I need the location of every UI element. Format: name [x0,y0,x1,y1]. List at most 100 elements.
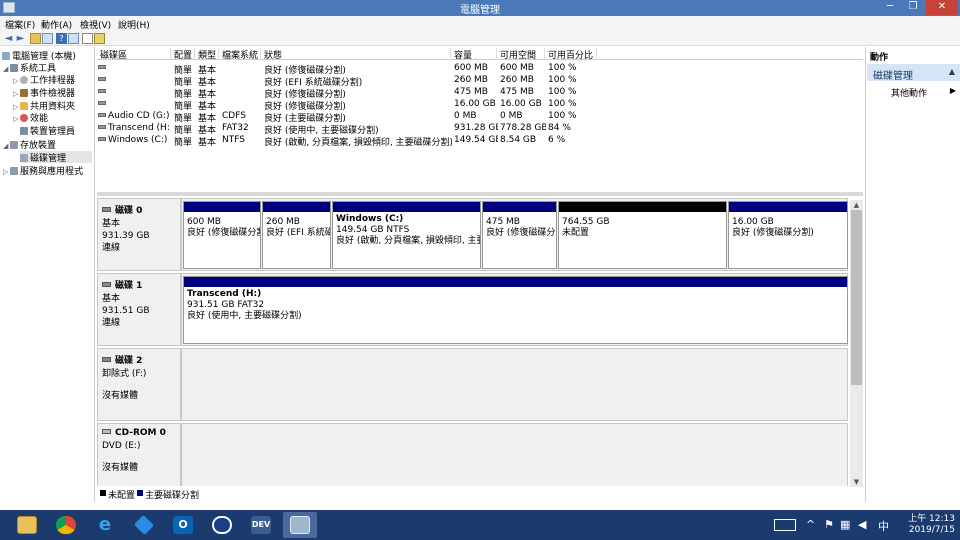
partition-transcend-h[interactable]: Transcend (H:) 931.51 GB FAT32 良好 (使用中, 主要… [183,276,848,344]
keyboard-icon[interactable] [774,519,796,531]
disk-1-label[interactable]: 磁碟 1 基本 931.51 GB 連線 [97,273,181,346]
tree-item-task-scheduler[interactable]: ▷ 工作排程器 [13,73,75,86]
expand-arrow-icon[interactable]: ▷ [13,77,20,85]
tree-item-device-manager[interactable]: 裝置管理員 [20,124,76,137]
title-bar: 電腦管理 ─ ❐ ✕ [0,0,960,16]
volume-cell-free: 16.00 GB [500,99,542,109]
show-hide-tree-icon[interactable] [42,33,53,44]
tree-item-root[interactable]: 電腦管理 (本機) [2,49,76,62]
partition-recovery-600mb[interactable]: 600 MB 良好 (修復磁碟分割) [183,201,261,269]
volume-list-header: 磁碟區 配置 類型 檔案系統 狀態 容量 可用空間 可用百分比 [97,47,863,60]
tree-item-disk-management[interactable]: 磁碟管理 [20,151,92,164]
partition-recovery-475mb[interactable]: 475 MB良好 (修復磁碟分割) [482,201,557,269]
volume-cell-free: 8.54 GB [500,135,537,145]
ime-indicator[interactable]: 中 [878,518,889,534]
collapse-icon[interactable]: ▲ [949,67,955,76]
column-header-volume[interactable]: 磁碟區 [97,48,171,60]
help-icon[interactable]: ? [56,33,67,44]
volume-row[interactable]: 簡單 基本 良好 (修復磁碟分割) 475 MB 475 MB 100 % [97,86,863,100]
volume-row[interactable]: 簡單 基本 良好 (修復磁碟分割) 600 MB 600 MB 100 % [97,62,863,76]
close-button[interactable]: ✕ [926,0,958,15]
cdrom-0-label[interactable]: CD-ROM 0 DVD (E:) 沒有媒體 [97,423,181,486]
folder-icon [17,516,37,534]
column-header-status[interactable]: 狀態 [261,48,451,60]
partition-windows-c[interactable]: Windows (C:) 149.54 GB NTFS 良好 (啟動, 分頁檔案, … [332,201,481,269]
taskbar-dev-cpp[interactable]: DEV [244,512,278,538]
partition-recovery-16gb[interactable]: 16.00 GB 良好 (修復磁碟分割) [728,201,848,269]
column-header-type[interactable]: 類型 [195,48,219,60]
volume-icon[interactable]: ◀ [858,518,866,531]
clock[interactable]: 上午 12:13 2019/7/15 [895,514,955,536]
volume-cell-name: Windows (C:) [97,135,171,145]
notification-icon[interactable]: ⚑ [824,518,834,531]
tree-item-event-viewer[interactable]: ▷ 事件檢視器 [13,86,76,99]
scroll-up-icon[interactable]: ▲ [850,200,863,210]
volume-row[interactable]: Transcend (H:) 簡單 基本 FAT32 良好 (使用中, 主要磁碟分割) 9… [97,122,863,136]
tree-item-storage[interactable]: ◢ 存放裝置 [3,138,56,151]
taskbar-app-compass[interactable] [205,512,239,538]
forward-icon[interactable]: ► [15,33,26,44]
scroll-down-icon[interactable]: ▼ [850,477,863,487]
volume-cell-capacity: 0 MB [454,111,477,121]
legend: 未配置 主要磁碟分割 [97,487,863,501]
maximize-button[interactable]: ❐ [902,0,924,15]
network-icon[interactable]: ▦ [840,518,850,531]
menu-view[interactable]: 檢視(V) [80,18,111,31]
folder-up-icon[interactable] [30,33,41,44]
partition-efi-260mb[interactable]: 260 MB良好 (EFI 系統磁碟分割) [262,201,331,269]
tree-label-device-manager: 裝置管理員 [30,127,76,137]
collapse-arrow-icon[interactable]: ◢ [3,65,10,73]
volume-icon [98,89,106,93]
volume-row[interactable]: Audio CD (G:) 簡單 基本 CDFS 良好 (主要磁碟分割) 0 MB 0 MB… [97,110,863,124]
taskbar-chrome[interactable] [49,512,83,538]
volume-row[interactable]: Windows (C:) 簡單 基本 NTFS 良好 (啟動, 分頁檔案, 損毀傾印, … [97,134,863,148]
volume-row[interactable]: 簡單 基本 良好 (EFI 系統磁碟分割) 260 MB 260 MB 100 % [97,74,863,88]
volume-name: Windows (C:) [108,135,168,145]
tree-item-shared-folders[interactable]: ▷ 共用資料夾 [13,99,75,112]
tree-item-performance[interactable]: ▷ 效能 [13,111,48,124]
tree-item-system-tools[interactable]: ◢ 系統工具 [3,61,56,74]
disk-map-scrollbar[interactable]: ▲ ▼ [850,200,863,487]
taskbar-file-explorer[interactable] [10,512,44,538]
column-header-free[interactable]: 可用空間 [497,48,545,60]
collapse-arrow-icon[interactable]: ◢ [3,142,10,150]
expand-arrow-icon[interactable]: ▷ [13,115,20,123]
expand-arrow-icon[interactable]: ▷ [13,103,20,111]
tree-label-event-viewer: 事件檢視器 [30,89,76,99]
scroll-thumb[interactable] [851,210,862,385]
taskbar-app-blue-diamond[interactable] [127,512,161,538]
partition-size: 931.51 GB FAT32 [187,300,265,310]
partition-size: 475 MB [486,217,520,227]
chevron-up-icon[interactable]: ^ [806,518,815,531]
taskbar-computer-management[interactable] [283,512,317,538]
menu-action[interactable]: 動作(A) [41,18,72,31]
actions-section-disk-management[interactable]: 磁碟管理 ▲ [867,64,960,82]
column-header-layout[interactable]: 配置 [171,48,195,60]
more-actions-item[interactable]: 其他動作 ▶ [891,86,960,99]
column-header-capacity[interactable]: 容量 [451,48,497,60]
volume-row[interactable]: 簡單 基本 良好 (修復磁碟分割) 16.00 GB 16.00 GB 100 % [97,98,863,112]
taskbar-outlook[interactable]: O [166,512,200,538]
menu-help[interactable]: 說明(H) [118,18,150,31]
partition-unallocated[interactable]: 764.55 GB 未配置 [558,201,727,269]
disk-0-size: 931.39 GB [102,231,150,241]
menu-file[interactable]: 檔案(F) [5,18,35,31]
show-hide-actions-icon[interactable] [68,33,79,44]
minimize-button[interactable]: ─ [880,0,900,15]
event-viewer-icon [20,89,28,97]
disk-0-label[interactable]: 磁碟 0 基本 931.39 GB 連線 [97,198,181,271]
disk-properties-icon[interactable] [94,33,105,44]
volume-cell-fs: FAT32 [222,123,249,133]
properties-icon[interactable] [82,33,93,44]
partition-status: 未配置 [562,228,590,238]
back-icon[interactable]: ◄ [3,33,14,44]
tree-item-services[interactable]: ▷ 服務與應用程式 [3,164,83,177]
column-header-percent-free[interactable]: 可用百分比 [545,48,597,60]
outlook-icon: O [173,516,193,534]
expand-arrow-icon[interactable]: ▷ [3,168,10,176]
disk-2-label[interactable]: 磁碟 2 卸除式 (F:) 沒有媒體 [97,348,181,421]
expand-arrow-icon[interactable]: ▷ [13,90,20,98]
volume-name: Transcend (H:) [108,123,171,133]
taskbar-internet-explorer[interactable]: e [88,512,122,538]
column-header-filesystem[interactable]: 檔案系統 [219,48,261,60]
